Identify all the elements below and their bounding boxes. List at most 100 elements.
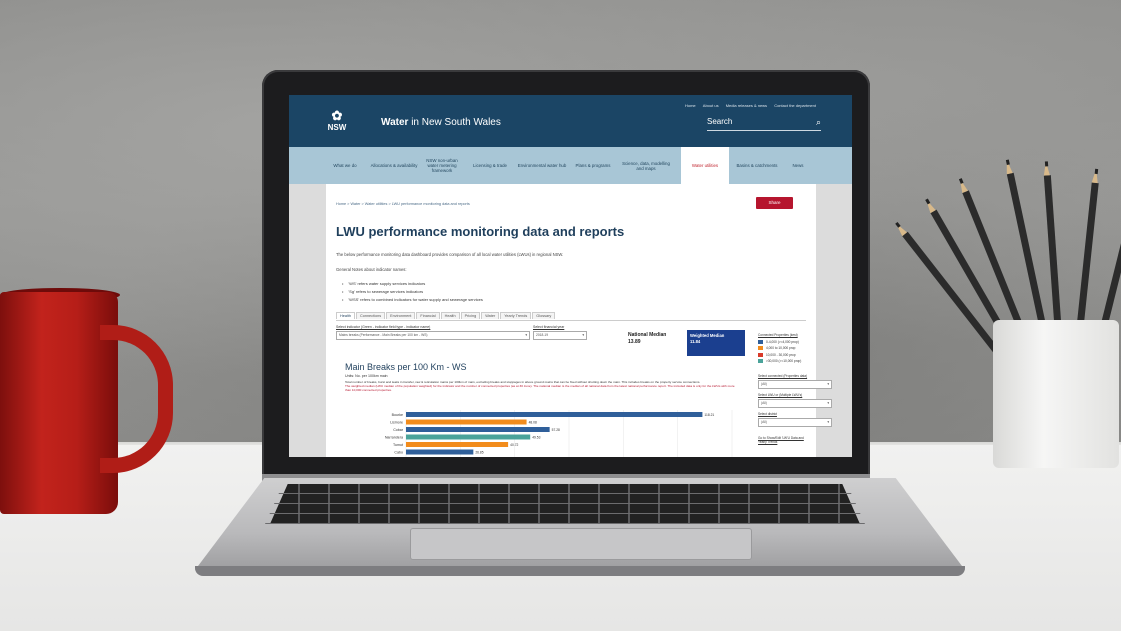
category-label: Cabo <box>394 451 403 455</box>
logo-text: NSW <box>327 123 347 132</box>
notes-heading: General Notes about indicator names: <box>336 267 407 272</box>
bar-value-label: 26.85 <box>475 451 483 455</box>
legend-item[interactable]: 4,000 to 10,000 prop <box>758 345 801 352</box>
top-links: Home About us Media releases & news Cont… <box>679 103 816 108</box>
bar-value-label: 118.21 <box>704 413 714 417</box>
category-label: Bourke <box>392 413 403 417</box>
side-filter-select[interactable]: (All) <box>758 399 832 408</box>
nav-item-plans[interactable]: Plans & programs <box>573 147 613 184</box>
site-title[interactable]: Water in New South Wales <box>381 117 501 128</box>
nav-item-licensing[interactable]: Licensing & trade <box>469 147 511 184</box>
nav-item-basins[interactable]: Basins & catchments <box>735 147 779 184</box>
main-nav: What we do Allocations & availability NS… <box>289 147 852 184</box>
top-link-media[interactable]: Media releases & news <box>726 103 767 108</box>
bar-value-label: 48.08 <box>529 421 537 425</box>
weighted-median-box: Weighted Median 11.84 <box>687 330 745 356</box>
legend-swatch <box>758 359 763 364</box>
chart-desc-note: The weighted median (LWU median of the p… <box>345 384 735 393</box>
side-filter-select[interactable]: (All) <box>758 418 832 427</box>
keyboard-rows <box>265 484 865 524</box>
national-median-label: National Median <box>628 332 667 338</box>
intro-text: The below performance monitoring data da… <box>336 252 564 257</box>
top-link-about[interactable]: About us <box>703 103 719 108</box>
site-title-bold: Water <box>381 117 409 128</box>
side-filter-label: Select connected (Properties data) <box>758 374 808 378</box>
side-filter-select[interactable]: (All) <box>758 380 832 389</box>
nav-item-environmental[interactable]: Environmental water hub <box>517 147 567 184</box>
bar-value-label: 49.53 <box>532 436 540 440</box>
category-label: Tumut <box>393 443 403 447</box>
bar[interactable] <box>406 427 550 432</box>
notes-list: 'WS' refers water supply services indica… <box>342 280 483 304</box>
national-median: National Median 13.89 <box>628 332 666 346</box>
nav-item-water-utilities[interactable]: Water utilities <box>681 147 729 184</box>
share-button[interactable]: Share <box>756 197 793 209</box>
site-header: ✿ NSW Water in New South Wales Home Abou… <box>289 95 852 147</box>
tab-pricing[interactable]: Pricing <box>460 312 481 319</box>
search-icon[interactable]: ⌕ <box>816 117 821 128</box>
bar[interactable] <box>406 449 474 455</box>
category-label: Narrandera <box>385 436 403 440</box>
tab-glossary[interactable]: Glossary <box>532 312 556 319</box>
site-title-rest: in New South Wales <box>408 117 501 128</box>
legend-swatch <box>758 352 763 357</box>
tab-health[interactable]: Health <box>336 312 355 319</box>
bar[interactable] <box>406 442 509 447</box>
legend-swatch <box>758 339 763 344</box>
side-filter-3: Select district (All) <box>758 412 832 427</box>
legend-label: 4,000 to 10,000 prop <box>766 346 796 350</box>
chart-legend: Connected Properties (kest) 0-4,000 (>=4… <box>758 332 801 365</box>
list-item: 'Sg' refers to sewerage services indicat… <box>342 288 483 296</box>
dashboard-tabs: Health Connections Environment Financial Hea… <box>336 312 806 321</box>
side-filter-label: Select district <box>758 412 777 416</box>
year-select[interactable]: 2018-19 <box>533 331 587 340</box>
main-content: Home > Water > Water utilities > LWU per… <box>326 184 832 457</box>
indicator-label: Select indicator (Green - indicator fiel… <box>336 325 431 329</box>
weighted-median-value: 11.84 <box>690 339 701 344</box>
tab-financial[interactable]: Financial <box>416 312 440 319</box>
top-link-home[interactable]: Home <box>685 103 696 108</box>
national-median-value: 13.89 <box>628 339 641 345</box>
nav-item-metering[interactable]: NSW non-urban water metering framework <box>421 147 463 184</box>
bar[interactable] <box>406 419 527 425</box>
list-item: 'WS' refers water supply services indica… <box>342 280 483 288</box>
bar-value-label: 57.28 <box>552 428 560 432</box>
tab-environment[interactable]: Environment <box>386 312 416 319</box>
side-filter-1: Select connected (Properties data) (All) <box>758 374 832 389</box>
nav-item-what-we-do[interactable]: What we do <box>325 147 365 184</box>
category-label: Lismore <box>390 421 403 425</box>
chart-units: Units: No. per 100km main <box>345 374 388 378</box>
chart-description: Total number of breaks, burst and leaks … <box>345 380 735 393</box>
nav-item-science[interactable]: Science, data, modelling and maps <box>619 147 673 184</box>
tab-health-2[interactable]: Health <box>440 312 460 319</box>
tab-connections[interactable]: Connections <box>355 312 386 319</box>
chart-title: Main Breaks per 100 Km - WS <box>345 362 467 372</box>
laptop-screen: ✿ NSW Water in New South Wales Home Abou… <box>289 95 852 457</box>
legend-label: >30,000 (>=10,000 prop) <box>766 359 802 363</box>
year-label: Select financial year <box>533 325 565 329</box>
nav-item-allocations[interactable]: Allocations & availability <box>369 147 419 184</box>
legend-title: Connected Properties (kest) <box>758 333 798 337</box>
search-label: Search <box>707 117 733 126</box>
trackpad[interactable] <box>410 528 752 560</box>
bar-value-label: 40.72 <box>510 443 518 447</box>
waratah-icon: ✿ <box>331 108 343 123</box>
tab-yearly-trends[interactable]: Yearly Trends <box>500 312 532 319</box>
breadcrumb[interactable]: Home > Water > Water utilities > LWU per… <box>336 202 470 206</box>
tab-water[interactable]: Water <box>481 312 500 319</box>
side-filter-2: Select LWU or (Multiple LWU's) (All) <box>758 393 832 408</box>
nav-item-news[interactable]: News <box>783 147 813 184</box>
bar[interactable] <box>406 412 703 417</box>
bar-chart: Bourke 118.21 Lismore 48.08 Cobar 57.28 Narran… <box>385 410 733 457</box>
category-label: Cobar <box>393 428 404 432</box>
nsw-logo[interactable]: ✿ NSW <box>323 109 351 137</box>
legend-label: 0-4,000 (>=4,000 prop) <box>766 339 799 344</box>
search-input[interactable]: Search ⌕ <box>707 117 821 131</box>
legend-item[interactable]: >30,000 (>=10,000 prop) <box>758 358 801 365</box>
side-link[interactable]: Go to Show/Edit 'LW'U Data and Yearly Tr… <box>758 436 812 444</box>
list-item: 'WSS' refers to combined indicators for … <box>342 296 482 304</box>
indicator-select[interactable]: Mains breaks (Performance - Main Breaks … <box>336 331 530 340</box>
legend-label: 10,000 - 30,000 prop <box>766 352 796 357</box>
bar[interactable] <box>406 434 531 440</box>
top-link-contact[interactable]: Contact the department <box>774 103 816 108</box>
